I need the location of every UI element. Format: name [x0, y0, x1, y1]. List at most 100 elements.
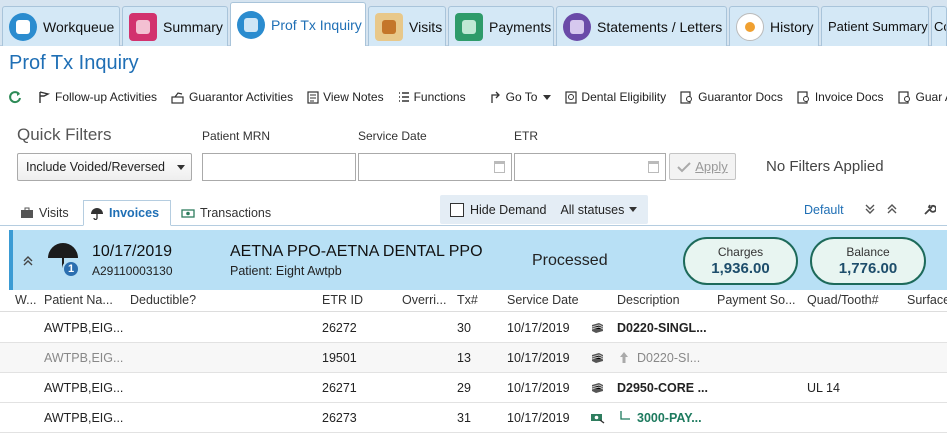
hide-demand-label[interactable]: Hide Demand	[470, 203, 546, 217]
col-header[interactable]: Tx#	[457, 293, 478, 307]
tab-label: Workqueue	[43, 18, 115, 35]
cell-patient: AWTPB,EIG...	[44, 411, 124, 425]
invoice-docs-label: Invoice Docs	[814, 90, 884, 104]
tab-label: History	[770, 18, 814, 35]
table-row[interactable]: AWTPB,EIG... 19501 13 10/17/2019 D0220-S…	[0, 343, 947, 373]
guarantor-docs-button[interactable]: Guarantor Docs	[680, 90, 783, 104]
stack-icon	[591, 323, 604, 333]
payment-icon	[591, 414, 605, 424]
tab-label: Visits	[409, 18, 443, 35]
table-row[interactable]: AWTPB,EIG... 26272 30 10/17/2019 D0220-S…	[0, 313, 947, 343]
col-header[interactable]: W...	[15, 293, 37, 307]
void-filter-select[interactable]: Include Voided/Reversed	[17, 153, 192, 181]
cell-etr: 26272	[322, 321, 357, 335]
view-notes-label: View Notes	[323, 90, 384, 104]
collapse-all-icon[interactable]	[864, 203, 876, 215]
invoice-count-badge: 1	[62, 260, 80, 278]
tab-history[interactable]: History	[729, 6, 819, 46]
col-header[interactable]: Quad/Tooth#	[807, 293, 879, 307]
tab-visits[interactable]: Visits	[368, 6, 446, 46]
col-header[interactable]: Patient Na...	[44, 293, 113, 307]
charges-value: 1,936.00	[711, 260, 770, 277]
workqueue-icon	[9, 12, 37, 41]
tab-overflow[interactable]: Co	[931, 6, 947, 46]
refresh-button[interactable]	[8, 90, 22, 104]
service-date-input[interactable]	[358, 153, 512, 181]
guarantor-other-label: Guar A	[915, 90, 947, 104]
money-icon	[181, 208, 195, 218]
functions-button[interactable]: Functions	[398, 90, 466, 104]
calendar-icon[interactable]	[648, 161, 659, 173]
hide-demand-checkbox[interactable]	[450, 202, 464, 217]
cell-tx: 30	[457, 321, 471, 335]
cell-patient: AWTPB,EIG...	[44, 351, 124, 365]
tab-label: Patient Summary	[828, 19, 928, 34]
guarantor-activities-button[interactable]: Guarantor Activities	[171, 90, 293, 104]
visits-icon	[21, 207, 33, 218]
subtab-transactions[interactable]: Transactions	[175, 200, 277, 226]
flag-icon	[39, 90, 51, 103]
stack-icon	[591, 383, 604, 393]
cell-date: 10/17/2019	[507, 321, 570, 335]
cell-etr: 19501	[322, 351, 357, 365]
umbrella-icon	[91, 207, 103, 220]
col-header[interactable]: Service Date	[507, 293, 579, 307]
statements-icon	[563, 12, 591, 41]
view-notes-button[interactable]: View Notes	[307, 90, 384, 104]
guarantor-other-button[interactable]: Guar A	[897, 90, 947, 104]
tab-prof-tx-inquiry[interactable]: Prof Tx Inquiry	[230, 2, 366, 46]
tab-label: Co	[934, 19, 946, 34]
default-view-link[interactable]: Default	[804, 203, 844, 217]
status-dropdown[interactable]: All statuses	[560, 202, 638, 217]
chevron-down-icon	[177, 165, 185, 170]
col-header[interactable]: Overri...	[402, 293, 446, 307]
subtab-invoices[interactable]: Invoices	[83, 200, 171, 226]
goto-label: Go To	[505, 90, 538, 104]
followup-activities-button[interactable]: Follow-up Activities	[38, 90, 157, 104]
col-header[interactable]: Surface	[907, 293, 947, 307]
calendar-icon[interactable]	[494, 161, 505, 173]
invoice-docs-button[interactable]: Invoice Docs	[797, 90, 884, 104]
balance-value: 1,776.00	[838, 260, 898, 277]
col-header[interactable]: Deductible?	[130, 293, 196, 307]
summary-icon	[129, 12, 157, 41]
visits-icon	[375, 12, 403, 41]
tab-payments[interactable]: Payments	[448, 6, 554, 46]
invoice-status: Processed	[532, 252, 608, 269]
goto-icon	[490, 91, 500, 103]
tab-statements-letters[interactable]: Statements / Letters	[556, 6, 727, 46]
toolbar: Follow-up Activities Guarantor Activitie…	[0, 84, 947, 110]
payments-icon	[455, 12, 483, 41]
tab-workqueue[interactable]: Workqueue	[2, 6, 120, 46]
cell-etr: 26273	[322, 411, 357, 425]
subtab-label: Invoices	[109, 206, 160, 220]
umbrella-icon: 1	[46, 242, 82, 278]
dental-eligibility-button[interactable]: Dental Eligibility	[565, 90, 666, 104]
cell-etr: 26271	[322, 381, 357, 395]
col-header[interactable]: ETR ID	[322, 293, 363, 307]
invoice-patient: Patient: Eight Awtpb	[230, 264, 342, 278]
child-line-icon	[620, 411, 630, 420]
tab-summary[interactable]: Summary	[122, 6, 228, 46]
col-header[interactable]: Description	[617, 293, 680, 307]
subtab-label: Visits	[39, 206, 69, 220]
status-dropdown-value: All statuses	[560, 202, 625, 217]
chevron-up-icon[interactable]	[22, 256, 34, 266]
wrench-icon[interactable]	[923, 203, 936, 216]
list-icon	[398, 92, 409, 102]
apply-button[interactable]: Apply	[669, 153, 736, 180]
goto-button[interactable]: Go To	[490, 90, 552, 104]
charges-label: Charges	[717, 245, 764, 259]
subtab-visits[interactable]: Visits	[14, 200, 75, 226]
dental-eligibility-label: Dental Eligibility	[581, 90, 667, 104]
expand-all-icon[interactable]	[886, 203, 898, 215]
etr-input[interactable]	[514, 153, 666, 181]
table-row[interactable]: AWTPB,EIG... 26273 31 10/17/2019 3000-PA…	[0, 403, 947, 433]
service-date-label: Service Date	[358, 129, 427, 143]
col-header[interactable]: Payment So...	[717, 293, 796, 307]
table-row[interactable]: AWTPB,EIG... 26271 29 10/17/2019 D2950-C…	[0, 373, 947, 403]
patient-mrn-input[interactable]	[202, 153, 356, 181]
apply-label: Apply	[695, 159, 728, 174]
tab-patient-summary[interactable]: Patient Summary	[821, 6, 929, 46]
patient-mrn-label: Patient MRN	[202, 129, 271, 143]
